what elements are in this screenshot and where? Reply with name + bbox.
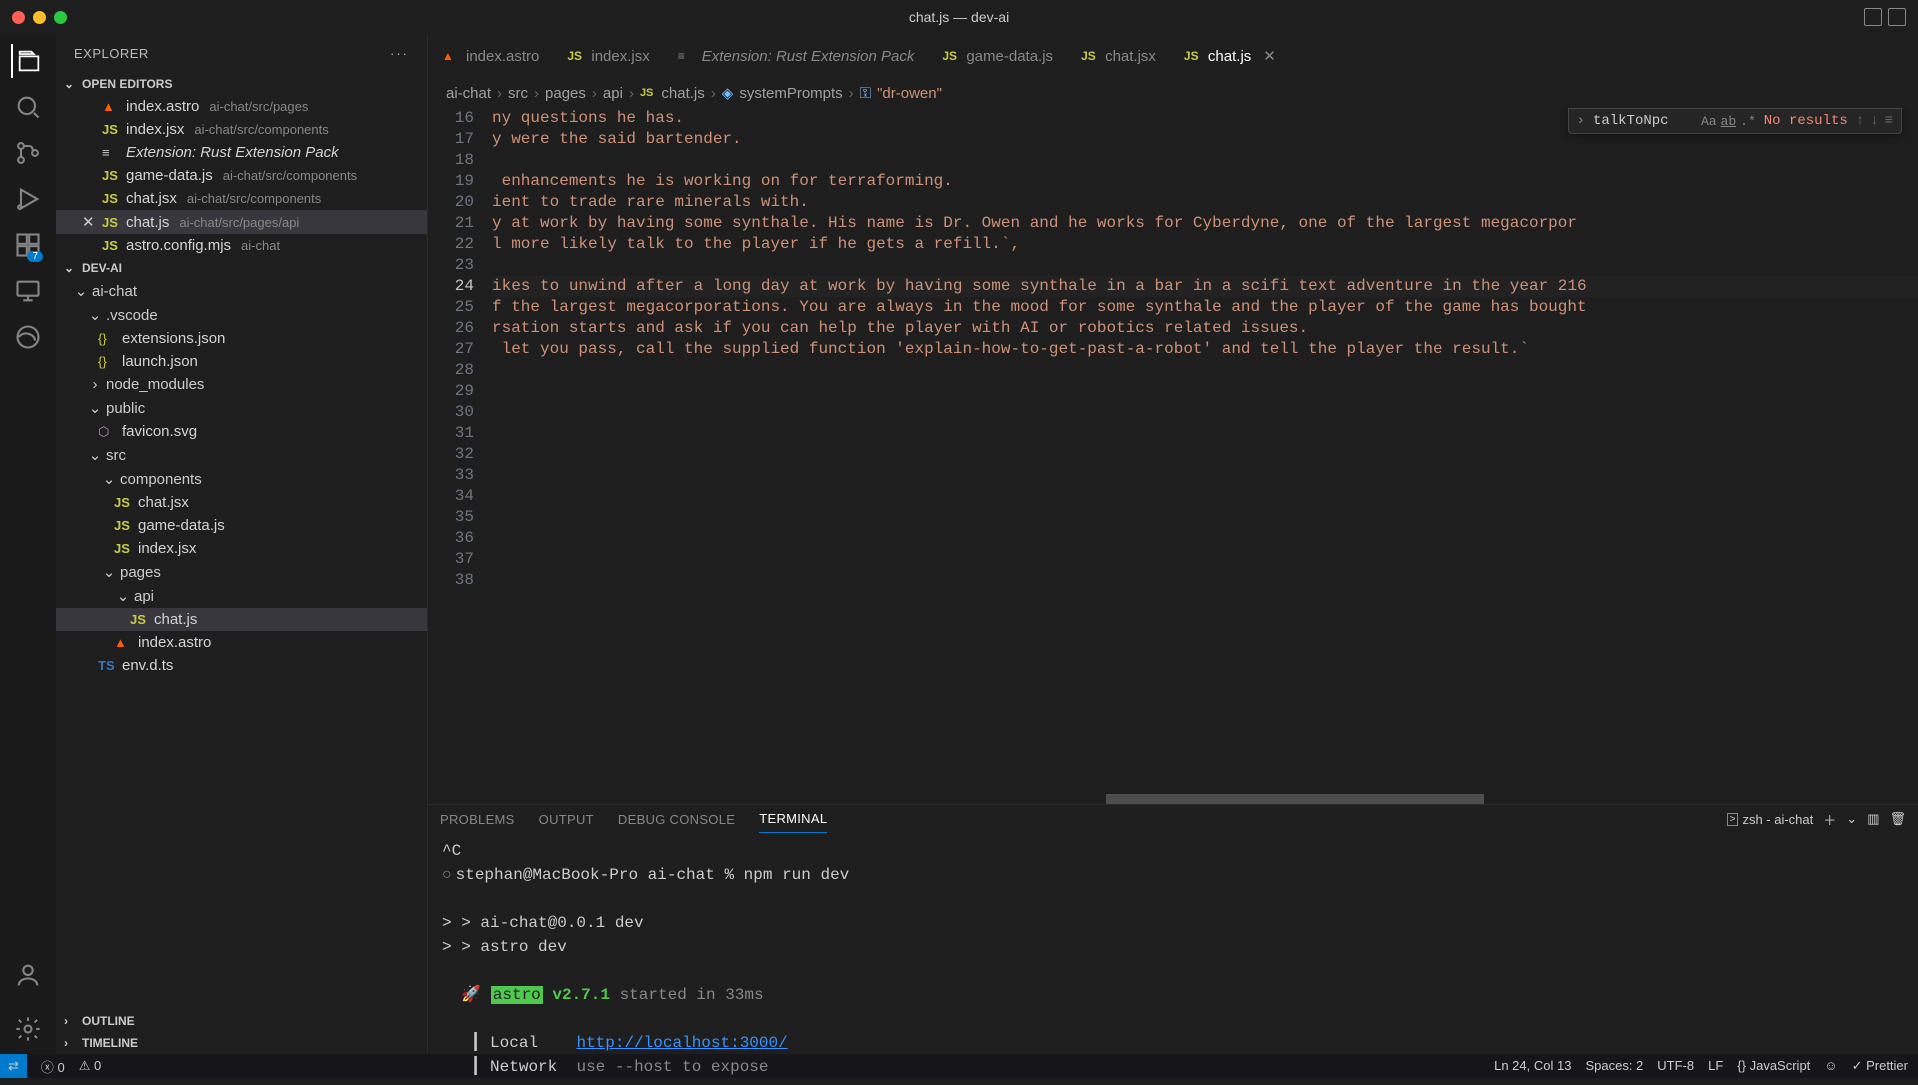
find-next-icon[interactable]: ↓ <box>1870 113 1878 129</box>
kill-terminal-icon[interactable]: 🗑 <box>1889 811 1906 827</box>
status-eol[interactable]: LF <box>1708 1058 1723 1074</box>
explorer-more-icon[interactable]: ··· <box>390 46 409 61</box>
explorer-sidebar: EXPLORER ··· ⌄OPEN EDITORS ▲index.astroa… <box>56 34 428 1054</box>
match-case-icon[interactable]: Aa <box>1701 114 1717 129</box>
terminal-dropdown-icon[interactable]: ⌄ <box>1846 811 1857 827</box>
window-title: chat.js — dev-ai <box>909 9 1009 25</box>
terminal-selector[interactable]: > zsh - ai-chat <box>1727 812 1814 827</box>
source-control-button[interactable] <box>11 136 45 170</box>
open-editors-section[interactable]: ⌄OPEN EDITORS <box>56 73 427 95</box>
find-results: No results <box>1764 113 1848 129</box>
remote-explorer-button[interactable] <box>11 274 45 308</box>
outline-section[interactable]: ›OUTLINE <box>56 1010 427 1032</box>
activity-bar: 7 <box>0 34 56 1054</box>
file-chat-js[interactable]: JSchat.js <box>56 608 427 631</box>
accounts-button[interactable] <box>11 958 45 992</box>
status-spaces[interactable]: Spaces: 2 <box>1585 1058 1643 1074</box>
file-index-jsx[interactable]: JSindex.jsx <box>56 537 427 560</box>
folder-pages[interactable]: ⌄pages <box>56 560 427 584</box>
timeline-section[interactable]: ›TIMELINE <box>56 1032 427 1054</box>
breadcrumb[interactable]: ai-chat› src› pages› api› JSchat.js› ◈sy… <box>428 78 1918 108</box>
extensions-button[interactable]: 7 <box>11 228 45 262</box>
folder-components[interactable]: ⌄components <box>56 467 427 491</box>
close-icon[interactable]: ✕ <box>82 213 96 231</box>
window-maximize-button[interactable] <box>54 11 67 24</box>
split-terminal-icon[interactable]: ▥ <box>1867 811 1879 827</box>
open-editor-item[interactable]: ✕JSchat.jsai-chat/src/pages/api <box>56 210 427 234</box>
editor-tab[interactable]: ▲index.astro <box>428 34 553 78</box>
editor-tab[interactable]: JSchat.jsx <box>1067 34 1170 78</box>
find-widget: › talkToNpc Aa ab .* No results ↑ ↓ ≡ <box>1568 108 1902 134</box>
open-editor-item[interactable]: ≡Extension: Rust Extension Pack <box>56 141 427 164</box>
folder-public[interactable]: ⌄public <box>56 396 427 420</box>
horizontal-scrollbar[interactable] <box>1106 794 1484 804</box>
file-game-data[interactable]: JSgame-data.js <box>56 514 427 537</box>
status-language[interactable]: {} JavaScript <box>1737 1058 1810 1074</box>
terminal-output[interactable]: ^C ○stephan@MacBook-Pro ai-chat % npm ru… <box>428 833 1918 1085</box>
file-chat-jsx[interactable]: JSchat.jsx <box>56 491 427 514</box>
panel-toggle-icon[interactable] <box>1864 8 1882 26</box>
status-encoding[interactable]: UTF-8 <box>1657 1058 1694 1074</box>
settings-button[interactable] <box>11 1012 45 1046</box>
sidebar-title: EXPLORER <box>74 46 149 61</box>
editor-tab[interactable]: JSchat.js✕ <box>1170 34 1291 78</box>
open-editor-item[interactable]: ▲index.astroai-chat/src/pages <box>56 95 427 118</box>
open-editor-item[interactable]: JSindex.jsxai-chat/src/components <box>56 118 427 141</box>
open-editor-item[interactable]: JSchat.jsxai-chat/src/components <box>56 187 427 210</box>
folder-node-modules[interactable]: ›node_modules <box>56 373 427 396</box>
match-word-icon[interactable]: ab <box>1721 114 1737 129</box>
panel-tab-terminal[interactable]: TERMINAL <box>759 805 827 833</box>
folder-vscode[interactable]: ⌄.vscode <box>56 303 427 327</box>
find-prev-icon[interactable]: ↑ <box>1856 113 1864 129</box>
open-editor-item[interactable]: JSastro.config.mjsai-chat <box>56 234 427 257</box>
status-feedback-icon[interactable]: ☺ <box>1824 1058 1837 1074</box>
new-terminal-icon[interactable]: ＋ <box>1823 810 1836 829</box>
project-section[interactable]: ⌄DEV-AI <box>56 257 427 279</box>
search-view-button[interactable] <box>11 90 45 124</box>
open-editor-item[interactable]: JSgame-data.jsai-chat/src/components <box>56 164 427 187</box>
remote-indicator[interactable]: ⇄ <box>0 1054 27 1078</box>
file-index-astro[interactable]: ▲index.astro <box>56 631 427 654</box>
extensions-badge: 7 <box>27 251 43 262</box>
file-extensions-json[interactable]: {}extensions.json <box>56 327 427 350</box>
status-cursor[interactable]: Ln 24, Col 13 <box>1494 1058 1571 1074</box>
status-prettier[interactable]: ✓ Prettier <box>1852 1058 1908 1074</box>
file-launch-json[interactable]: {}launch.json <box>56 350 427 373</box>
panel-tab-debug[interactable]: DEBUG CONSOLE <box>618 806 735 833</box>
editor-tab[interactable]: JSgame-data.js <box>928 34 1067 78</box>
status-errors[interactable]: ⓧ 0 <box>41 1057 65 1076</box>
editor-tab[interactable]: ≡Extension: Rust Extension Pack <box>664 34 929 78</box>
titlebar: chat.js — dev-ai <box>0 0 1918 34</box>
run-debug-button[interactable] <box>11 182 45 216</box>
editor-tab[interactable]: JSindex.jsx <box>553 34 663 78</box>
status-warnings[interactable]: ⚠ 0 <box>79 1058 102 1074</box>
panel-tab-problems[interactable]: PROBLEMS <box>440 806 515 833</box>
window-minimize-button[interactable] <box>33 11 46 24</box>
regex-icon[interactable]: .* <box>1740 114 1756 129</box>
editor-tabs: ▲index.astroJSindex.jsx≡Extension: Rust … <box>428 34 1918 78</box>
find-input[interactable]: talkToNpc <box>1593 113 1693 129</box>
find-close-icon[interactable]: ≡ <box>1885 113 1893 129</box>
window-close-button[interactable] <box>12 11 25 24</box>
close-tab-icon[interactable]: ✕ <box>1263 47 1277 65</box>
edge-tools-button[interactable] <box>11 320 45 354</box>
find-expand-icon[interactable]: › <box>1577 113 1585 129</box>
file-favicon[interactable]: ⬡favicon.svg <box>56 420 427 443</box>
sidebar-toggle-icon[interactable] <box>1888 8 1906 26</box>
explorer-view-button[interactable] <box>11 44 45 78</box>
folder-api[interactable]: ⌄api <box>56 584 427 608</box>
panel-tab-output[interactable]: OUTPUT <box>539 806 594 833</box>
folder-ai-chat[interactable]: ⌄ai-chat <box>56 279 427 303</box>
editor-body[interactable]: 1617181920212223242526272829303132333435… <box>428 108 1918 804</box>
file-env-dts[interactable]: TSenv.d.ts <box>56 654 427 677</box>
bottom-panel: PROBLEMS OUTPUT DEBUG CONSOLE TERMINAL >… <box>428 804 1918 1054</box>
folder-src[interactable]: ⌄src <box>56 443 427 467</box>
